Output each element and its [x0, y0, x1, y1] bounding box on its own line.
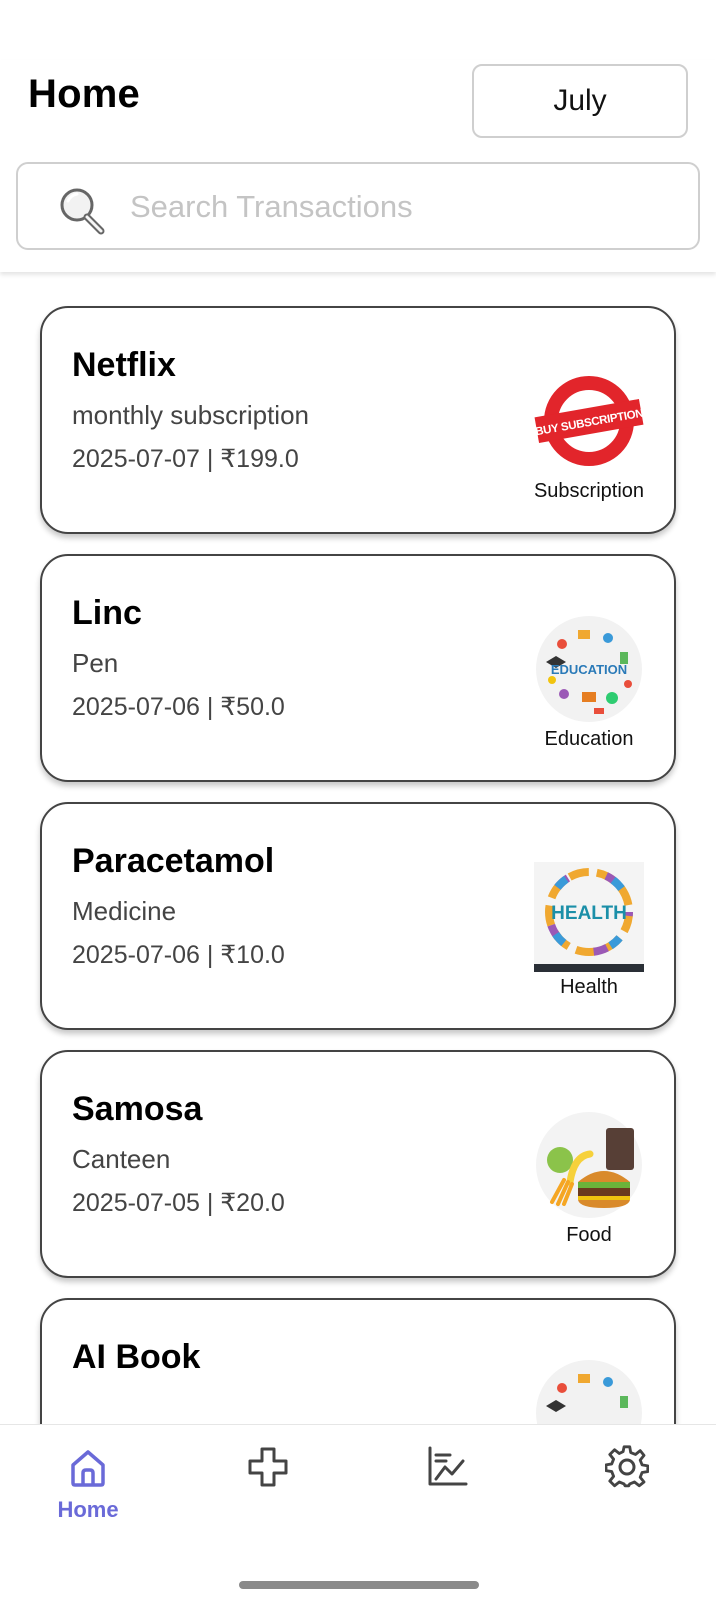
- bottom-nav: Home: [0, 1424, 716, 1600]
- education-doodle-icon: [536, 1360, 642, 1424]
- transaction-card-linc[interactable]: Linc Pen 2025-07-06 | ₹50.0 EDUCATION Ed…: [40, 554, 676, 782]
- food-burger-icon: [536, 1112, 642, 1218]
- nav-home-label: Home: [57, 1497, 119, 1522]
- transaction-card-ai-book[interactable]: AI Book: [40, 1298, 676, 1424]
- transaction-date-amount: 2025-07-06 | ₹10.0: [72, 941, 285, 969]
- transaction-title: AI Book: [72, 1338, 201, 1376]
- category-label: Subscription: [533, 480, 645, 502]
- transaction-description: monthly subscription: [72, 400, 309, 430]
- transaction-description: Canteen: [72, 1144, 171, 1174]
- health-word-cloud-icon: HEALTH: [534, 862, 644, 972]
- svg-text:HEALTH: HEALTH: [551, 903, 627, 924]
- status-bar: [0, 0, 716, 60]
- education-doodle-icon: EDUCATION: [536, 616, 642, 722]
- home-indicator[interactable]: [239, 1581, 479, 1589]
- month-label: July: [553, 84, 607, 117]
- nav-stats[interactable]: [387, 1445, 507, 1535]
- transaction-title: Paracetamol: [72, 842, 275, 880]
- header: Home July: [0, 60, 716, 272]
- transaction-date-amount: 2025-07-07 | ₹199.0: [72, 445, 299, 473]
- transaction-card-netflix[interactable]: Netflix monthly subscription 2025-07-07 …: [40, 306, 676, 534]
- nav-add[interactable]: [208, 1445, 328, 1535]
- transaction-date-amount: 2025-07-06 | ₹50.0: [72, 693, 285, 721]
- page-title: Home: [28, 72, 140, 116]
- transaction-title: Samosa: [72, 1090, 203, 1128]
- add-icon: [248, 1447, 288, 1487]
- month-selector-button[interactable]: July: [472, 64, 688, 138]
- transaction-date-amount: 2025-07-05 | ₹20.0: [72, 1189, 285, 1217]
- nav-home[interactable]: Home: [28, 1445, 148, 1535]
- svg-text:EDUCATION: EDUCATION: [551, 662, 627, 677]
- search-icon: [60, 188, 105, 235]
- transaction-card-samosa[interactable]: Samosa Canteen 2025-07-05 | ₹20.0 Food: [40, 1050, 676, 1278]
- home-icon: [71, 1450, 105, 1487]
- transaction-title: Linc: [72, 594, 142, 632]
- transaction-title: Netflix: [72, 346, 176, 384]
- settings-icon: [605, 1445, 649, 1488]
- nav-settings[interactable]: [567, 1445, 687, 1535]
- category-label: Education: [544, 728, 634, 750]
- category-label: Health: [560, 976, 618, 998]
- category-label: Food: [566, 1224, 612, 1246]
- chart-icon: [428, 1446, 468, 1486]
- transaction-description: Medicine: [72, 896, 177, 926]
- search-input[interactable]: [130, 182, 670, 232]
- transaction-description: Pen: [72, 648, 119, 678]
- transaction-card-paracetamol[interactable]: Paracetamol Medicine 2025-07-06 | ₹10.0 …: [40, 802, 676, 1030]
- buy-subscription-stamp-icon: BUY SUBSCRIPTION: [534, 376, 644, 466]
- search-box[interactable]: [16, 162, 700, 250]
- transaction-list[interactable]: Netflix monthly subscription 2025-07-07 …: [0, 272, 716, 1424]
